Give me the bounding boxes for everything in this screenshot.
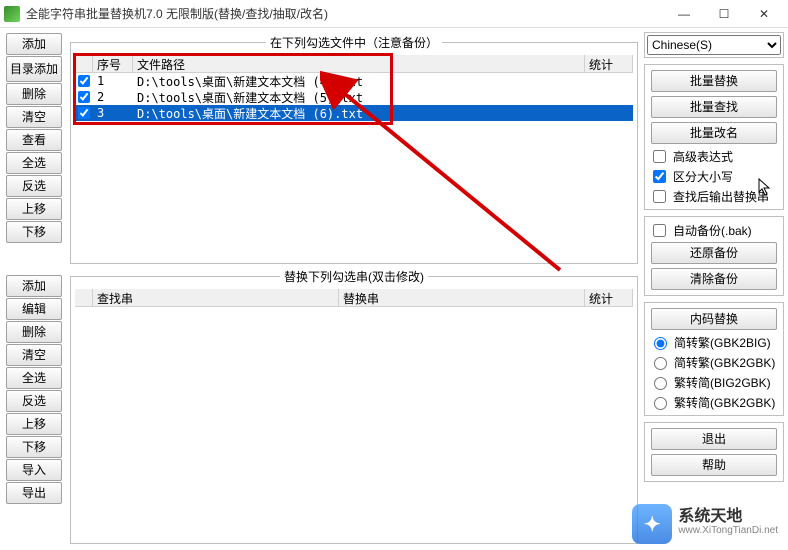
col-check[interactable]	[75, 289, 93, 307]
move-up-button[interactable]: 上移	[6, 198, 62, 220]
enc-label-3: 繁转简(GBK2GBK)	[674, 394, 775, 411]
close-button[interactable]: ✕	[744, 3, 784, 25]
col-replace[interactable]: 替换串	[339, 289, 585, 307]
select-all-string-button[interactable]: 全选	[6, 367, 62, 389]
files-table[interactable]: 序号 文件路径 统计 1D:\tools\桌面\新建文本文档 (4).txt2D…	[73, 53, 635, 123]
enc-label-1: 简转繁(GBK2GBK)	[674, 354, 775, 371]
move-down-button[interactable]: 下移	[6, 221, 62, 243]
table-row[interactable]: 3D:\tools\桌面\新建文本文档 (6).txt	[75, 105, 633, 121]
table-row[interactable]: 1D:\tools\桌面\新建文本文档 (4).txt	[75, 73, 633, 89]
window-title: 全能字符串批量替换机7.0 无限制版(替换/查找/抽取/改名)	[26, 5, 664, 22]
encoding-replace-button[interactable]: 内码替换	[651, 308, 777, 330]
watermark: ✦ 系统天地 www.XiTongTianDi.net	[632, 504, 778, 544]
help-button[interactable]: 帮助	[651, 454, 777, 476]
row-checkbox[interactable]	[78, 75, 90, 87]
encoding-group: 内码替换 简转繁(GBK2BIG) 简转繁(GBK2GBK) 繁转简(BIG2G…	[644, 302, 784, 416]
watermark-url: www.XiTongTianDi.net	[678, 524, 778, 538]
strings-panel-legend: 替换下列勾选串(双击修改)	[280, 268, 428, 285]
enc-radio-0[interactable]	[654, 337, 667, 350]
case-sensitive-label: 区分大小写	[673, 168, 733, 185]
batch-find-button[interactable]: 批量查找	[651, 96, 777, 118]
row-path: D:\tools\桌面\新建文本文档 (4).txt	[133, 73, 585, 90]
col-search[interactable]: 查找串	[93, 289, 339, 307]
delete-string-button[interactable]: 删除	[6, 321, 62, 343]
main-area: 在下列勾选文件中（注意备份） 序号 文件路径 统计 1D:\tools\桌面\新…	[70, 32, 638, 546]
row-index: 1	[93, 74, 133, 88]
right-panel: Chinese(S) 批量替换 批量查找 批量改名 高级表达式 区分大小写 查找…	[644, 32, 784, 546]
row-index: 2	[93, 90, 133, 104]
add-string-button[interactable]: 添加	[6, 275, 62, 297]
auto-backup-checkbox[interactable]	[653, 224, 666, 237]
clear-backup-button[interactable]: 清除备份	[651, 268, 777, 290]
files-table-header: 序号 文件路径 统计	[75, 55, 633, 73]
output-after-find-label: 查找后输出替换串	[673, 188, 769, 205]
left-toolbar: 添加目录添加删除清空查看全选反选上移下移 添加编辑删除清空全选反选上移下移导入导…	[4, 32, 64, 546]
window-buttons: — ☐ ✕	[664, 3, 784, 25]
app-icon	[4, 6, 20, 22]
strings-panel: 替换下列勾选串(双击修改) 查找串 替换串 统计	[70, 268, 638, 544]
col-seq[interactable]: 序号	[93, 55, 133, 73]
minimize-button[interactable]: —	[664, 3, 704, 25]
col-stat[interactable]: 统计	[585, 55, 633, 73]
title-bar: 全能字符串批量替换机7.0 无限制版(替换/查找/抽取/改名) — ☐ ✕	[0, 0, 788, 28]
delete-button[interactable]: 删除	[6, 83, 62, 105]
row-index: 3	[93, 106, 133, 120]
add-button[interactable]: 添加	[6, 33, 62, 55]
batch-rename-button[interactable]: 批量改名	[651, 122, 777, 144]
clear-button[interactable]: 清空	[6, 106, 62, 128]
maximize-button[interactable]: ☐	[704, 3, 744, 25]
watermark-title: 系统天地	[678, 510, 778, 524]
enc-label-2: 繁转简(BIG2GBK)	[674, 374, 771, 391]
add-folder-button[interactable]: 目录添加	[6, 56, 62, 82]
watermark-icon: ✦	[632, 504, 672, 544]
advanced-expr-checkbox[interactable]	[653, 150, 666, 163]
output-after-find-checkbox[interactable]	[653, 190, 666, 203]
edit-button[interactable]: 编辑	[6, 298, 62, 320]
row-path: D:\tools\桌面\新建文本文档 (6).txt	[133, 105, 585, 122]
select-all-button[interactable]: 全选	[6, 152, 62, 174]
advanced-expr-label: 高级表达式	[673, 148, 733, 165]
clear-string-button[interactable]: 清空	[6, 344, 62, 366]
col-check[interactable]	[75, 55, 93, 73]
enc-radio-3[interactable]	[654, 397, 667, 410]
language-select[interactable]: Chinese(S)	[647, 35, 781, 55]
invert-string-button[interactable]: 反选	[6, 390, 62, 412]
exit-button[interactable]: 退出	[651, 428, 777, 450]
enc-label-0: 简转繁(GBK2BIG)	[674, 334, 771, 351]
mouse-cursor-icon	[758, 178, 774, 198]
enc-radio-2[interactable]	[654, 377, 667, 390]
row-path: D:\tools\桌面\新建文本文档 (5).txt	[133, 89, 585, 106]
import-button[interactable]: 导入	[6, 459, 62, 481]
files-panel: 在下列勾选文件中（注意备份） 序号 文件路径 统计 1D:\tools\桌面\新…	[70, 34, 638, 264]
exit-group: 退出 帮助	[644, 422, 784, 482]
view-button[interactable]: 查看	[6, 129, 62, 151]
enc-radio-1[interactable]	[654, 357, 667, 370]
move-up-string-button[interactable]: 上移	[6, 413, 62, 435]
restore-backup-button[interactable]: 还原备份	[651, 242, 777, 264]
move-down-string-button[interactable]: 下移	[6, 436, 62, 458]
files-panel-legend: 在下列勾选文件中（注意备份）	[266, 34, 442, 51]
case-sensitive-checkbox[interactable]	[653, 170, 666, 183]
auto-backup-label: 自动备份(.bak)	[673, 222, 752, 239]
export-button[interactable]: 导出	[6, 482, 62, 504]
batch-replace-button[interactable]: 批量替换	[651, 70, 777, 92]
col-path[interactable]: 文件路径	[133, 55, 585, 73]
row-checkbox[interactable]	[78, 107, 90, 119]
col-stat[interactable]: 统计	[585, 289, 633, 307]
backup-group: 自动备份(.bak) 还原备份 清除备份	[644, 216, 784, 296]
strings-table-header: 查找串 替换串 统计	[75, 289, 633, 307]
row-checkbox[interactable]	[78, 91, 90, 103]
invert-select-button[interactable]: 反选	[6, 175, 62, 197]
table-row[interactable]: 2D:\tools\桌面\新建文本文档 (5).txt	[75, 89, 633, 105]
strings-table[interactable]: 查找串 替换串 统计	[73, 287, 635, 541]
